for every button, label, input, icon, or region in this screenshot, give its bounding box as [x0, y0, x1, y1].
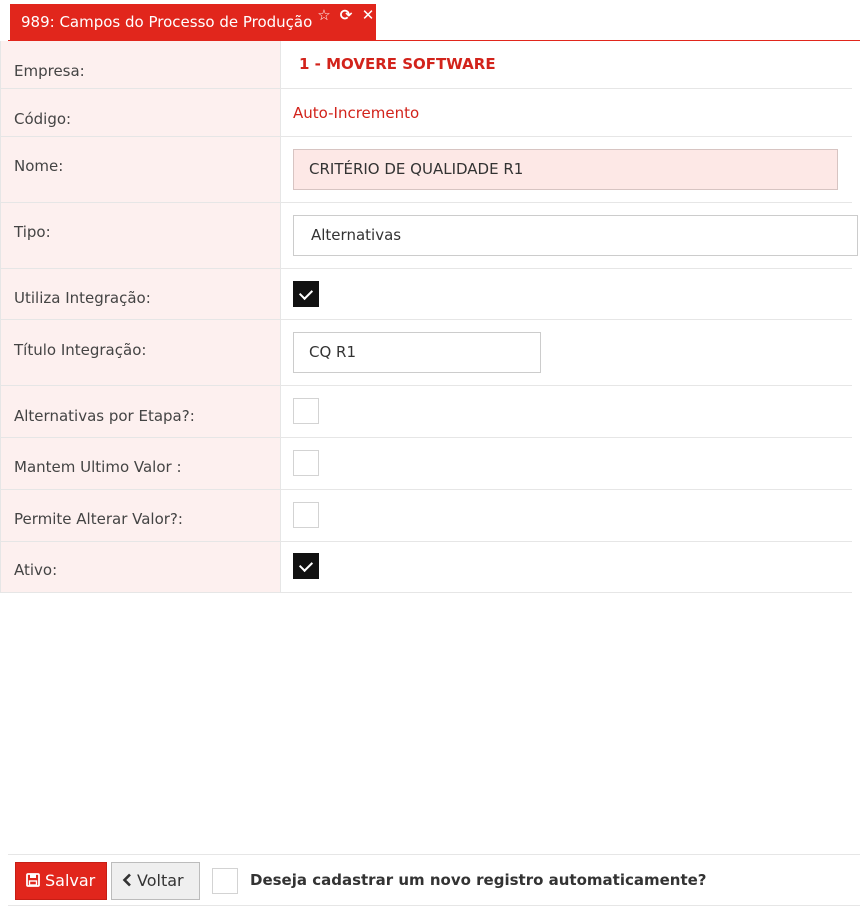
titulo-integracao-input[interactable]: CQ R1: [293, 332, 541, 373]
close-icon[interactable]: ✕: [360, 6, 376, 24]
row-mantem-ultimo-valor: Mantem Ultimo Valor :: [0, 438, 852, 490]
label-nome: Nome:: [14, 157, 64, 175]
row-titulo-integracao: Título Integração: CQ R1: [0, 320, 852, 386]
auto-new-checkbox[interactable]: [212, 868, 238, 894]
empresa-value: 1 - MOVERE SOFTWARE: [299, 55, 496, 73]
ativo-checkbox[interactable]: [293, 553, 319, 579]
star-outline-icon[interactable]: ☆: [316, 6, 332, 24]
back-label: Voltar: [137, 871, 184, 890]
row-alternativas-por-etapa: Alternativas por Etapa?:: [0, 386, 852, 438]
row-codigo: Código: Auto-Incremento: [0, 89, 852, 137]
tab-icons: ☆ ⟳ ✕: [316, 6, 376, 24]
label-titulo-integracao: Título Integração:: [14, 341, 147, 359]
label-permite-alterar-valor: Permite Alterar Valor?:: [14, 510, 183, 528]
row-empresa: Empresa: 1 - MOVERE SOFTWARE: [0, 41, 852, 89]
refresh-icon[interactable]: ⟳: [338, 6, 354, 24]
row-permite-alterar-valor: Permite Alterar Valor?:: [0, 490, 852, 542]
label-empresa: Empresa:: [14, 62, 85, 80]
nome-input[interactable]: CRITÉRIO DE QUALIDADE R1: [293, 149, 838, 190]
label-utiliza-integracao: Utiliza Integração:: [14, 289, 151, 307]
save-button[interactable]: Salvar: [15, 862, 107, 900]
codigo-value: Auto-Incremento: [293, 104, 420, 122]
footer-toolbar: Salvar Voltar Deseja cadastrar um novo r…: [8, 854, 860, 906]
mantem-ultimo-valor-checkbox[interactable]: [293, 450, 319, 476]
row-utiliza-integracao: Utiliza Integração:: [0, 269, 852, 320]
tipo-select[interactable]: Alternativas: [293, 215, 858, 256]
utiliza-integracao-checkbox[interactable]: [293, 281, 319, 307]
label-ativo: Ativo:: [14, 561, 58, 579]
chevron-left-icon: [122, 863, 132, 899]
label-codigo: Código:: [14, 110, 72, 128]
alternativas-por-etapa-checkbox[interactable]: [293, 398, 319, 424]
label-tipo: Tipo:: [14, 223, 51, 241]
row-tipo: Tipo: Alternativas: [0, 203, 858, 269]
label-mantem-ultimo-valor: Mantem Ultimo Valor :: [14, 458, 182, 476]
floppy-disk-icon: [26, 863, 40, 899]
row-nome: Nome: CRITÉRIO DE QUALIDADE R1: [0, 137, 852, 203]
auto-new-label: Deseja cadastrar um novo registro automa…: [250, 871, 707, 889]
row-ativo: Ativo:: [0, 542, 852, 593]
label-alternativas-por-etapa: Alternativas por Etapa?:: [14, 407, 195, 425]
tab-bar: 989: Campos do Processo de Produção ☆ ⟳ …: [8, 0, 860, 41]
back-button[interactable]: Voltar: [111, 862, 200, 900]
save-label: Salvar: [45, 871, 96, 890]
tab-title: 989: Campos do Processo de Produção: [21, 13, 313, 31]
permite-alterar-valor-checkbox[interactable]: [293, 502, 319, 528]
